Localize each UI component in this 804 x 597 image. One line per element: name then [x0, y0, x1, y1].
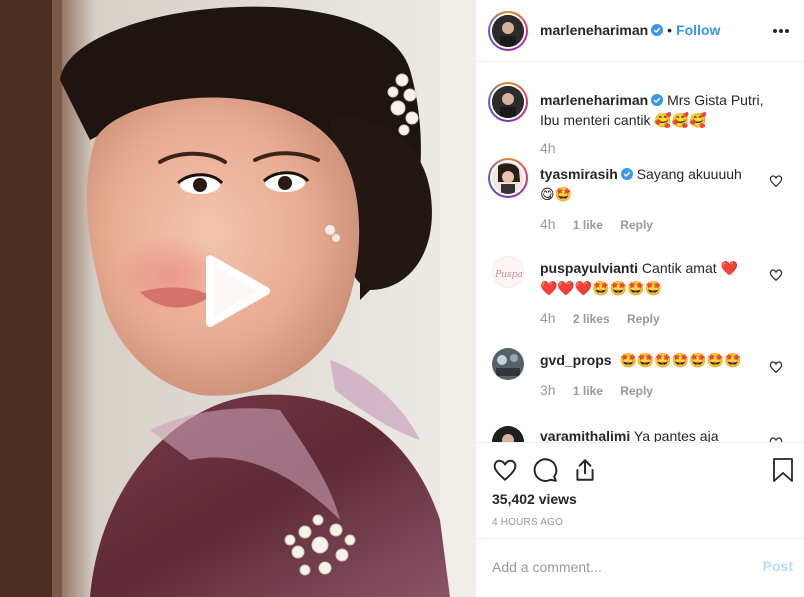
comment-meta: 3h 1 like Reply — [540, 382, 653, 398]
comments-list[interactable]: marlenehariman Mrs Gista Putri, Ibu ment… — [476, 62, 804, 442]
post-timestamp: 4 HOURS AGO — [492, 517, 564, 528]
comment-avatar[interactable] — [492, 348, 524, 380]
comment-username[interactable]: tyasmirasih — [540, 166, 618, 182]
header-separator: • — [667, 22, 673, 38]
caption-author-avatar[interactable] — [488, 82, 528, 122]
caption-emoji: 🥰🥰🥰 — [654, 113, 707, 129]
comment-likes[interactable]: 2 likes — [573, 312, 610, 326]
verified-icon — [651, 94, 664, 106]
like-comment-heart-icon[interactable] — [769, 174, 783, 188]
share-icon[interactable] — [572, 457, 598, 483]
comment-item: gvd_props 🤩🤩🤩🤩🤩🤩🤩 3h 1 like Reply — [476, 348, 804, 418]
author-username[interactable]: marlenehariman — [540, 22, 648, 38]
comment-item: varamithalimi Ya pantes aja — [476, 426, 804, 442]
author-avatar[interactable] — [488, 11, 528, 51]
comment-item: Puspa puspayulvianti Cantik amat ❤️ ❤️❤️… — [476, 256, 804, 336]
comment-time: 4h — [540, 310, 556, 326]
post-actions: 35,402 views 4 HOURS AGO — [476, 442, 804, 538]
more-options-icon[interactable] — [773, 20, 793, 40]
comment-text: gvd_props 🤩🤩🤩🤩🤩🤩🤩 — [540, 350, 760, 371]
comment-username[interactable]: gvd_props — [540, 352, 612, 368]
comment-text: puspayulvianti Cantik amat ❤️ ❤️❤️❤️🤩🤩🤩🤩 — [540, 258, 760, 299]
comment-item: tyasmirasih Sayang akuuuuh 😋🤩 4h 1 like … — [476, 158, 804, 242]
comment-icon[interactable] — [532, 457, 558, 483]
comment-meta: 4h 2 likes Reply — [540, 310, 660, 326]
post-media-video[interactable] — [0, 0, 475, 597]
reply-button[interactable]: Reply — [620, 218, 653, 232]
reply-button[interactable]: Reply — [620, 384, 653, 398]
verified-icon — [620, 168, 633, 180]
caption-time: 4h — [540, 140, 556, 156]
post-header: marlenehariman • Follow — [476, 0, 804, 62]
add-comment-bar: Post — [476, 538, 804, 597]
comment-emoji: ❤️ — [720, 261, 738, 277]
post-side-panel: marlenehariman • Follow marlenehariman Mrs… — [475, 0, 804, 597]
comment-username[interactable]: varamithalimi — [540, 428, 630, 442]
comment-avatar[interactable]: Puspa — [492, 256, 524, 288]
avatar-logo-text: Puspa — [494, 270, 523, 280]
comment-text: tyasmirasih Sayang akuuuuh 😋🤩 — [540, 164, 760, 205]
reply-button[interactable]: Reply — [627, 312, 660, 326]
comment-emoji: 😋🤩 — [540, 187, 573, 203]
like-comment-heart-icon[interactable] — [769, 268, 783, 282]
comment-likes[interactable]: 1 like — [573, 218, 603, 232]
comment-time: 3h — [540, 382, 556, 398]
comment-emoji: 🤩🤩🤩🤩🤩🤩🤩 — [619, 353, 742, 369]
view-count[interactable]: 35,402 views — [492, 491, 577, 507]
follow-button[interactable]: Follow — [676, 22, 720, 38]
comment-body: Ya pantes aja — [633, 428, 719, 442]
caption-username[interactable]: marlenehariman — [540, 92, 648, 108]
comment-meta: 4h 1 like Reply — [540, 216, 653, 232]
comment-avatar[interactable] — [488, 158, 528, 198]
comment-emoji-line: ❤️❤️❤️🤩🤩🤩🤩 — [540, 281, 663, 297]
comment-avatar[interactable] — [492, 426, 524, 442]
caption-meta: 4h — [540, 140, 570, 156]
comment-body: Sayang akuuuuh — [636, 166, 742, 182]
comment-time: 4h — [540, 216, 556, 232]
bookmark-icon[interactable] — [772, 457, 794, 483]
comment-body: Cantik amat — [641, 260, 717, 276]
play-icon[interactable] — [200, 255, 272, 327]
caption-text: marlenehariman Mrs Gista Putri, Ibu ment… — [540, 90, 780, 131]
heart-icon[interactable] — [492, 457, 518, 483]
comment-likes[interactable]: 1 like — [573, 384, 603, 398]
like-comment-heart-icon[interactable] — [769, 360, 783, 374]
post-comment-button[interactable]: Post — [763, 558, 793, 574]
comment-text: varamithalimi Ya pantes aja — [540, 426, 760, 442]
verified-icon — [651, 24, 664, 36]
add-comment-input[interactable] — [492, 557, 752, 577]
comment-username[interactable]: puspayulvianti — [540, 260, 638, 276]
